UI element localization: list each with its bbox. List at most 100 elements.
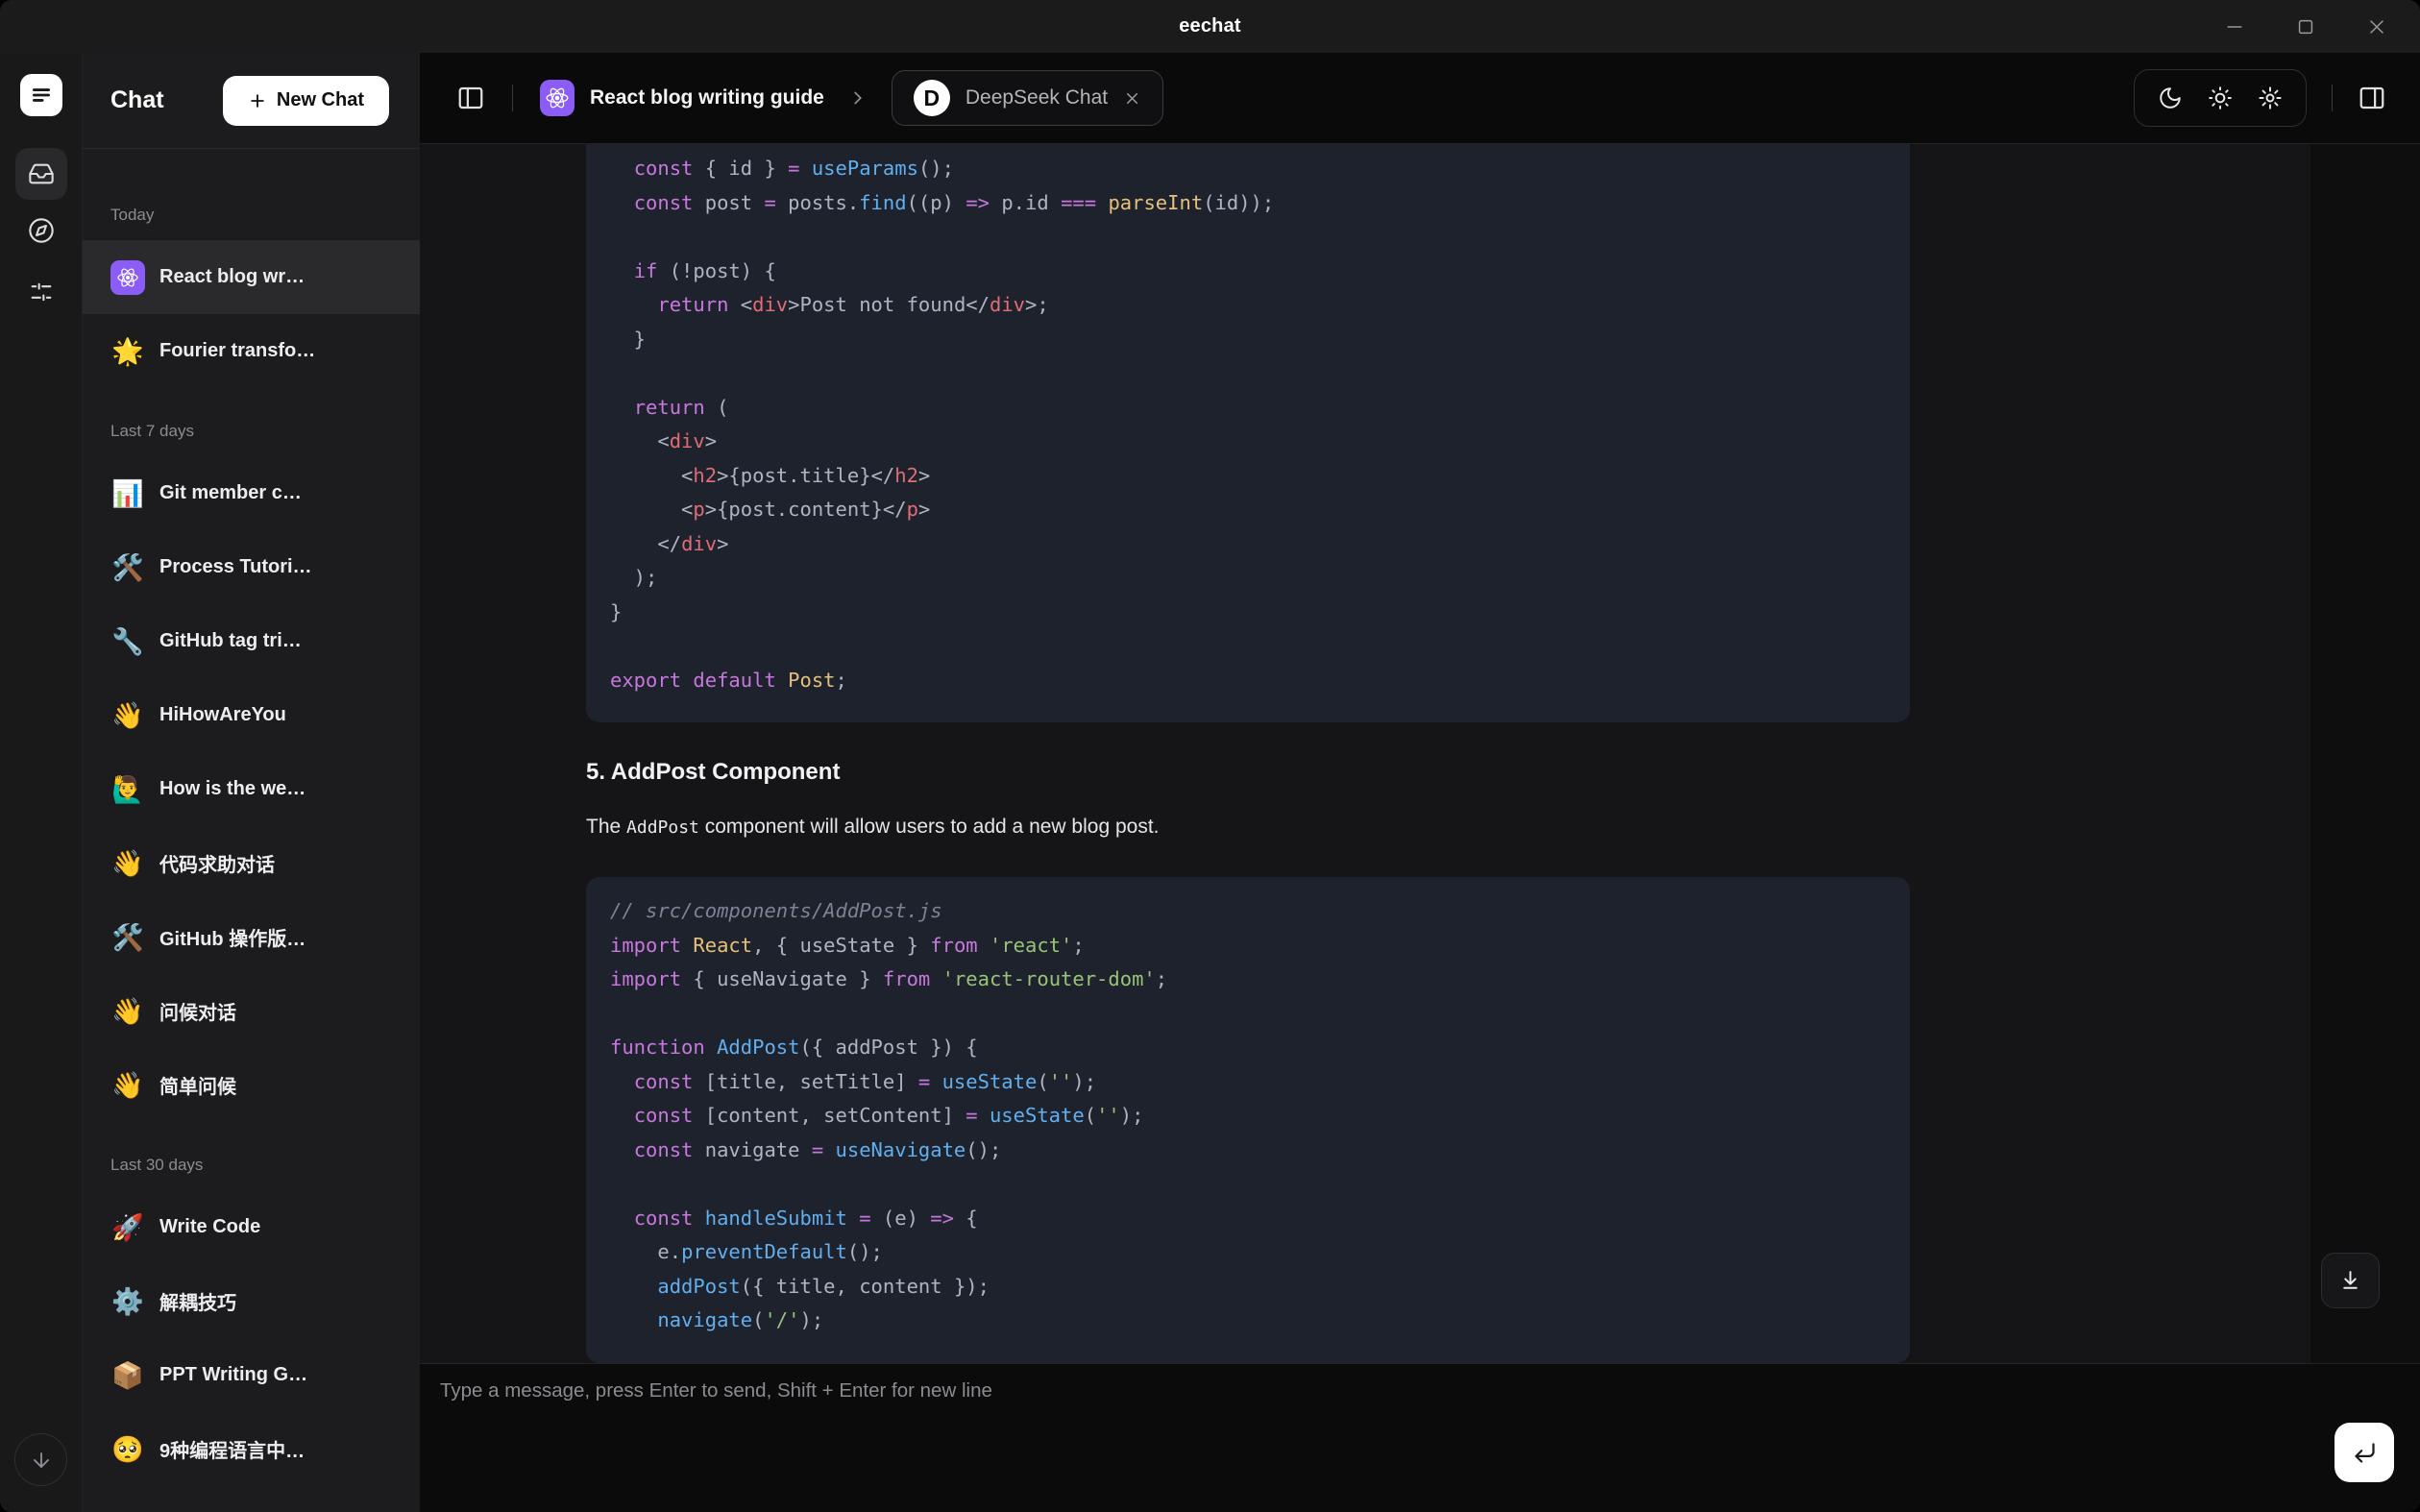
close-button[interactable] [2341, 0, 2412, 53]
gear-icon [2258, 85, 2283, 110]
react-icon [540, 80, 574, 116]
code-line: e.preventDefault(); [610, 1235, 1886, 1270]
chat-list-item[interactable]: 📊 Git member c… [83, 456, 420, 530]
toggle-sidebar-button[interactable] [456, 84, 485, 112]
chat-list-item[interactable]: React blog wr… [83, 240, 420, 314]
chat-list: TodayReact blog wr…🌟Fourier transfo…Last… [83, 149, 420, 1512]
code-line: navigate('/'); [610, 1304, 1886, 1338]
message-paragraph: The AddPost component will allow users t… [586, 813, 1910, 842]
code-line: <h2>{post.title}</h2> [610, 459, 1886, 494]
sidebar-header: Chat New Chat [83, 53, 420, 149]
code-block-post-component: const { id } = useParams(); const post =… [586, 144, 1910, 722]
theme-light-button[interactable] [2208, 85, 2233, 110]
arrow-down-icon [30, 1449, 53, 1472]
new-chat-button[interactable]: New Chat [223, 76, 389, 126]
chat-item-label: React blog wr… [159, 266, 305, 288]
chat-list-item[interactable]: 👋 代码求助对话 [83, 826, 420, 900]
code-line [610, 220, 1886, 255]
chat-item-label: Fourier transfo… [159, 340, 315, 362]
code-line: <div> [610, 425, 1886, 459]
code-line: } [610, 323, 1886, 357]
send-button[interactable] [2334, 1423, 2394, 1482]
chat-item-label: GitHub tag tri… [159, 630, 302, 652]
panel-left-icon [456, 84, 485, 112]
chat-message-area[interactable]: const { id } = useParams(); const post =… [420, 144, 2420, 1363]
chat-item-label: 问候对话 [159, 997, 236, 1025]
code-line: </div> [610, 527, 1886, 562]
code-block-2-body: // src/components/AddPost.jsimport React… [610, 894, 1886, 1338]
chat-item-label: 代码求助对话 [159, 849, 275, 877]
chat-emoji-icon: 🛠️ [110, 552, 145, 583]
chat-list-item[interactable]: 🛠️ GitHub 操作版… [83, 900, 420, 974]
chat-emoji-icon: 👋 [110, 1070, 145, 1101]
theme-auto-button[interactable] [2258, 85, 2283, 110]
toggle-right-panel-button[interactable] [2358, 84, 2386, 112]
window-controls [2199, 0, 2412, 53]
model-tab-deepseek[interactable]: D DeepSeek Chat [892, 70, 1163, 126]
inline-code: AddPost [626, 817, 699, 838]
new-chat-label: New Chat [277, 89, 364, 111]
maximize-button[interactable] [2270, 0, 2341, 53]
code-line: const navigate = useNavigate(); [610, 1134, 1886, 1168]
code-line: addPost({ title, content }); [610, 1270, 1886, 1305]
paragraph-text: component will allow users to add a new … [699, 816, 1160, 838]
chat-list-item[interactable]: 📦PPT Writing G… [83, 1338, 420, 1412]
chat-list-item[interactable]: 🥺 9种编程语言中… [83, 1412, 420, 1486]
chat-list-item[interactable]: 👋 HiHowAreYou [83, 678, 420, 752]
chat-list-item[interactable]: 🙋‍♂️How is the we… [83, 752, 420, 826]
code-line: // src/components/AddPost.js [610, 894, 1886, 929]
chat-emoji-icon: 🔧 [110, 626, 145, 657]
code-block-1-body: const { id } = useParams(); const post =… [610, 152, 1886, 697]
chat-emoji-icon: 👋 [110, 848, 145, 879]
sidebar-item-discover[interactable] [15, 205, 67, 256]
chat-list-item[interactable]: 🛠️Process Tutori… [83, 530, 420, 604]
chat-item-label: GitHub 操作版… [159, 923, 306, 951]
code-line: import { useNavigate } from 'react-route… [610, 963, 1886, 997]
breadcrumb-chat-title: React blog writing guide [590, 86, 824, 110]
header-divider [512, 85, 513, 111]
chat-emoji-icon: 🥺 [110, 1434, 145, 1465]
sun-icon [2208, 85, 2233, 110]
rail-scroll-down-button[interactable] [14, 1433, 67, 1486]
app-title: eechat [1179, 15, 1241, 37]
chat-item-label: Git member c… [159, 482, 302, 504]
chat-emoji-icon: 🛠️ [110, 922, 145, 953]
app-logo-button[interactable] [20, 74, 62, 116]
theme-toggle-group [2134, 69, 2307, 127]
chat-emoji-icon: 👋 [110, 996, 145, 1027]
notes-logo-icon [29, 83, 54, 108]
chat-emoji-icon: 📊 [110, 478, 145, 509]
chat-item-label: Write Code [159, 1216, 260, 1238]
theme-dark-button[interactable] [2158, 85, 2183, 110]
chat-item-label: 9种编程语言中… [159, 1435, 305, 1463]
minimize-icon [2224, 16, 2245, 37]
chat-emoji-icon: 🌟 [110, 336, 145, 367]
chat-emoji-icon: 👋 [110, 700, 145, 731]
code-line: const { id } = useParams(); [610, 152, 1886, 186]
chat-item-label: 解耦技巧 [159, 1287, 236, 1315]
minimize-button[interactable] [2199, 0, 2270, 53]
message-input[interactable] [440, 1379, 2265, 1485]
chat-list-item[interactable]: 🚀Write Code [83, 1190, 420, 1264]
chat-item-label: 简单问候 [159, 1071, 236, 1099]
chat-item-label: PPT Writing G… [159, 1364, 307, 1386]
code-line [610, 356, 1886, 391]
code-line: <p>{post.content}</p> [610, 493, 1886, 527]
close-icon [2366, 16, 2387, 37]
tab-close-button[interactable] [1123, 89, 1141, 108]
chat-list-item[interactable]: 👋 简单问候 [83, 1048, 420, 1122]
code-line [610, 997, 1886, 1032]
scroll-to-bottom-button[interactable] [2321, 1253, 2380, 1308]
sidebar-item-settings-sliders[interactable] [15, 266, 67, 318]
chat-list-item[interactable]: 🌟 Fourier transfo… [83, 314, 420, 388]
code-line: if (!post) { [610, 255, 1886, 289]
code-line: const handleSubmit = (e) => { [610, 1202, 1886, 1236]
chat-list-item[interactable]: 👋 问候对话 [83, 974, 420, 1048]
enter-return-icon [2352, 1440, 2378, 1466]
chat-list-item[interactable]: 🔧 GitHub tag tri… [83, 604, 420, 678]
chat-item-label: HiHowAreYou [159, 704, 286, 726]
sidebar-item-chats[interactable] [15, 148, 67, 200]
chat-list-item[interactable]: ⚙️解耦技巧 [83, 1264, 420, 1338]
section-heading: 5. AddPost Component [586, 757, 1910, 788]
titlebar: eechat [0, 0, 2420, 53]
